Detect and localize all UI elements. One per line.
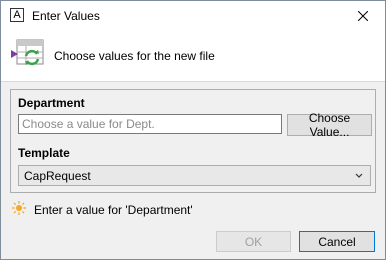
- template-select[interactable]: CapRequest: [18, 165, 371, 186]
- template-label: Template: [18, 146, 70, 160]
- sun-warning-icon: [12, 201, 26, 218]
- ok-button[interactable]: OK: [216, 231, 291, 252]
- values-group: Department Choose a value for Dept. Choo…: [10, 89, 376, 193]
- template-refresh-icon: [11, 39, 45, 74]
- chevron-down-icon: [355, 169, 363, 183]
- department-input[interactable]: Choose a value for Dept.: [18, 114, 282, 134]
- title-bar: A Enter Values: [1, 1, 385, 31]
- template-selected-value: CapRequest: [24, 169, 91, 183]
- status-message: Enter a value for 'Department': [34, 202, 193, 217]
- app-icon: A: [10, 8, 24, 22]
- dialog-header: Choose values for the new file: [1, 31, 385, 82]
- window-title: Enter Values: [32, 9, 100, 23]
- status-bar: Enter a value for 'Department': [12, 201, 193, 218]
- department-placeholder: Choose a value for Dept.: [22, 117, 155, 131]
- close-icon: [357, 11, 368, 21]
- close-button[interactable]: [340, 1, 385, 31]
- department-label: Department: [18, 96, 85, 110]
- header-text: Choose values for the new file: [54, 49, 215, 63]
- dialog-window: A Enter Values Choose values for the new…: [0, 0, 386, 260]
- choose-value-button[interactable]: Choose Value...: [287, 111, 372, 139]
- cancel-button[interactable]: Cancel: [299, 231, 375, 252]
